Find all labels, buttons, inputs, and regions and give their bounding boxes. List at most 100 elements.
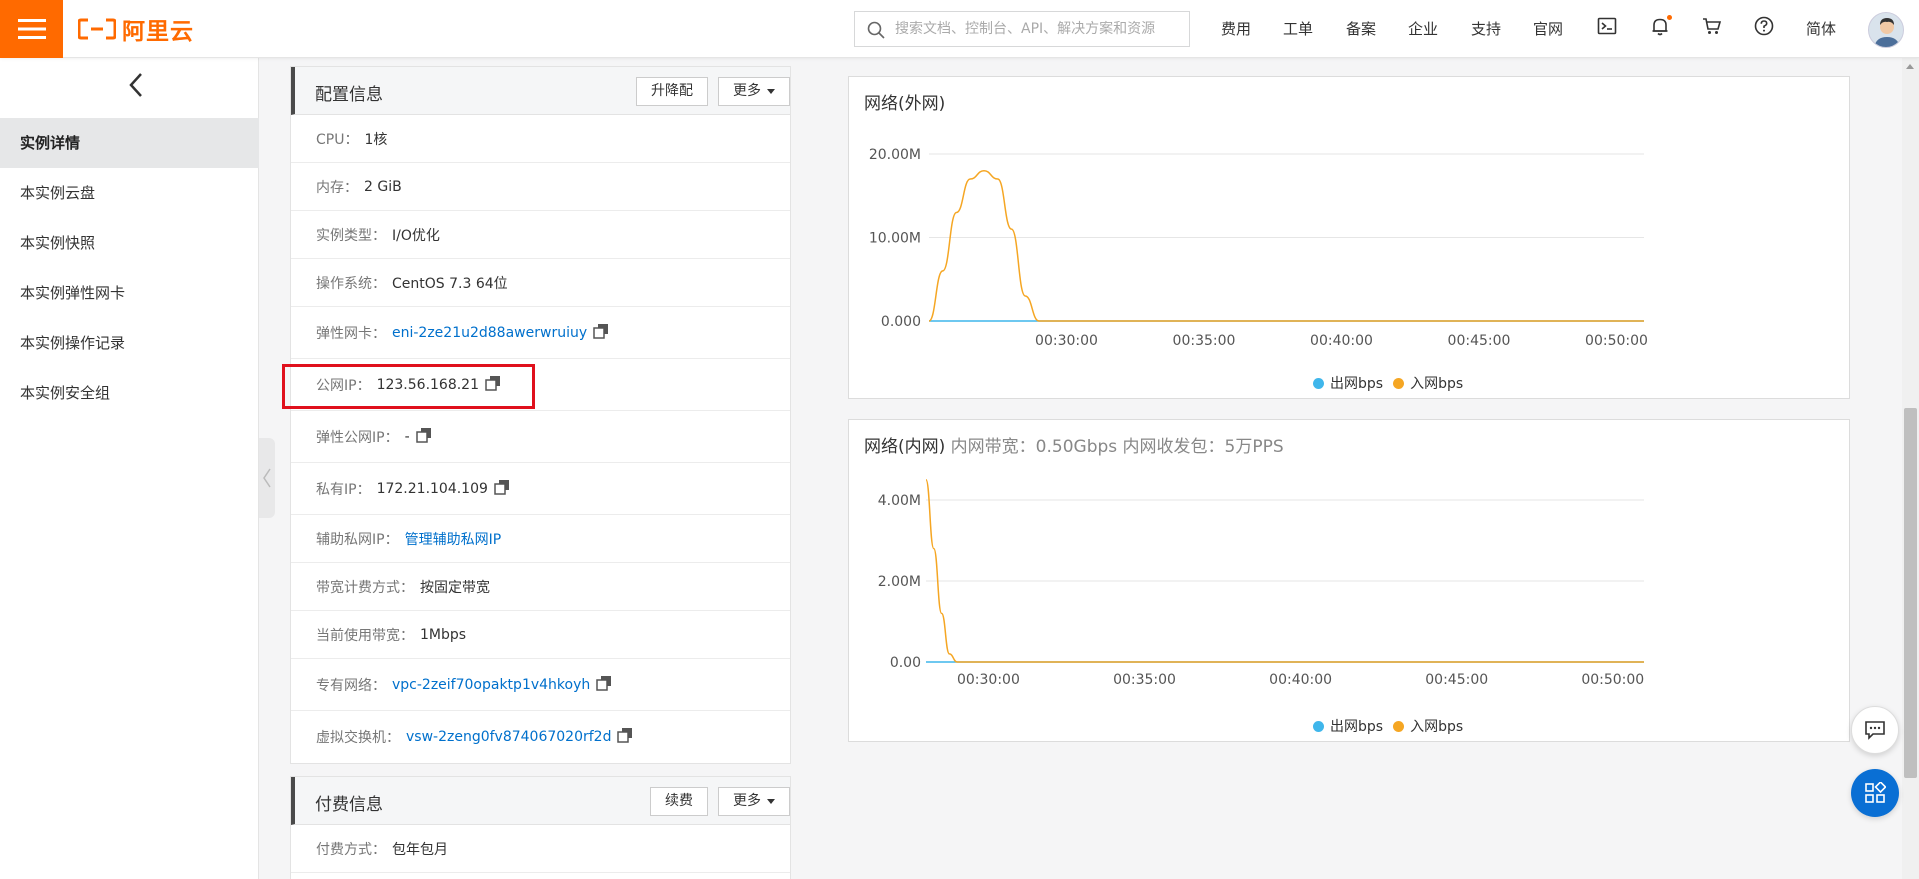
chevron-left-icon <box>263 468 271 488</box>
scroll-thumb[interactable] <box>1904 408 1917 778</box>
y-tick-label: 4.00M <box>878 493 921 509</box>
top-bar: 阿里云 费用 工单 备案 企业 支持 官网 <box>0 0 1919 58</box>
sidebar-item-snapshots[interactable]: 本实例快照 <box>0 218 259 268</box>
menu-button[interactable] <box>0 0 63 58</box>
series-line-inbound <box>928 169 1644 322</box>
copy-icon[interactable] <box>485 375 501 395</box>
cart-icon[interactable] <box>1702 16 1722 40</box>
legend-label-out[interactable]: 出网bps <box>1330 716 1383 736</box>
config-row-instance-type: 实例类型： I/O优化 <box>291 211 790 259</box>
user-avatar-icon <box>1874 18 1900 47</box>
row-label: 当前使用带宽： <box>316 627 414 644</box>
sidebar-item-operation-log[interactable]: 本实例操作记录 <box>0 318 259 368</box>
page-scrollbar[interactable] <box>1902 58 1919 879</box>
search-icon <box>867 21 885 39</box>
legend-dot-in <box>1393 720 1405 732</box>
more-label: 更多 <box>733 793 761 809</box>
chart-private-network: 网络(内网) 内网带宽：0.50Gbps 内网收发包：5万PPS 0.00 2.0… <box>848 419 1850 742</box>
row-value: 2 GiB <box>364 178 402 195</box>
billing-more-button[interactable]: 更多 <box>718 787 791 816</box>
aliyun-logo[interactable]: 阿里云 <box>78 13 194 45</box>
sidebar-item-eni[interactable]: 本实例弹性网卡 <box>0 268 259 318</box>
upgrade-label: 升降配 <box>651 83 693 99</box>
config-more-button[interactable]: 更多 <box>718 77 791 106</box>
row-label: 带宽计费方式： <box>316 579 414 596</box>
x-tick-label: 00:50:00 <box>1581 672 1644 688</box>
nav-official-site[interactable]: 官网 <box>1533 18 1563 39</box>
avatar[interactable] <box>1868 12 1904 48</box>
notification-dot <box>1667 15 1672 20</box>
billing-panel: 付费信息 续费 更多 付费方式： 包年包月 <box>290 776 791 879</box>
back-button[interactable] <box>128 72 144 102</box>
vswitch-link[interactable]: vsw-2zeng0fv874067020rf2d <box>406 729 611 745</box>
config-row-current-bandwidth: 当前使用带宽： 1Mbps <box>291 611 790 659</box>
nav-ticket[interactable]: 工单 <box>1283 18 1313 39</box>
legend-label-in[interactable]: 入网bps <box>1410 373 1463 393</box>
sidebar-collapse-handle[interactable] <box>259 438 275 518</box>
legend-label-in[interactable]: 入网bps <box>1410 716 1463 736</box>
row-value: CentOS 7.3 64位 <box>392 275 508 292</box>
search-box[interactable] <box>854 11 1190 47</box>
chat-button[interactable] <box>1851 706 1899 754</box>
nav-support[interactable]: 支持 <box>1471 18 1501 39</box>
row-value: 1Mbps <box>420 626 467 643</box>
row-label: 内存： <box>316 179 358 196</box>
renew-label: 续费 <box>665 793 693 809</box>
row-label: 专有网络： <box>316 677 386 694</box>
more-label: 更多 <box>733 83 761 99</box>
row-label: CPU： <box>316 131 359 148</box>
sidebar-item-disks[interactable]: 本实例云盘 <box>0 168 259 218</box>
row-label: 操作系统： <box>316 275 386 292</box>
renew-button[interactable]: 续费 <box>650 787 708 816</box>
row-label: 私有IP： <box>316 481 371 498</box>
search-input[interactable] <box>893 12 1189 46</box>
billing-row-payment: 付费方式： 包年包月 <box>291 825 790 873</box>
config-row-public-ip: 公网IP： 123.56.168.21 <box>291 359 790 411</box>
help-icon[interactable] <box>1754 16 1774 40</box>
copy-icon[interactable] <box>494 479 510 499</box>
config-panel-title: 配置信息 <box>315 85 383 105</box>
bell-icon[interactable] <box>1650 15 1672 40</box>
vpc-link[interactable]: vpc-2zeif70opaktp1v4hkoyh <box>392 677 590 693</box>
y-tick-label: 0.00 <box>890 655 921 671</box>
copy-icon[interactable] <box>593 323 609 343</box>
config-row-bandwidth-billing: 带宽计费方式： 按固定带宽 <box>291 563 790 611</box>
row-label: 弹性公网IP： <box>316 429 399 446</box>
legend-label-out[interactable]: 出网bps <box>1330 373 1383 393</box>
copy-icon[interactable] <box>596 675 612 695</box>
nav-enterprise[interactable]: 企业 <box>1408 18 1438 39</box>
sidebar-item-security-group[interactable]: 本实例安全组 <box>0 368 259 418</box>
row-label: 实例类型： <box>316 227 386 244</box>
row-value: 按固定带宽 <box>420 579 490 596</box>
y-tick-label: 0.000 <box>881 314 921 330</box>
apps-button[interactable] <box>1851 769 1899 817</box>
nav-icp[interactable]: 备案 <box>1346 18 1376 39</box>
caret-down-icon <box>767 88 776 94</box>
aliyun-logo-icon <box>78 18 116 40</box>
legend-dot-in <box>1393 377 1405 389</box>
row-value: 172.21.104.109 <box>376 480 488 497</box>
copy-icon[interactable] <box>617 727 633 747</box>
y-tick-label: 2.00M <box>878 574 921 590</box>
chat-icon <box>1865 721 1885 740</box>
apps-grid-icon <box>1865 782 1886 803</box>
config-row-private-ip: 私有IP： 172.21.104.109 <box>291 463 790 515</box>
public-ip-value: 123.56.168.21 <box>376 376 480 393</box>
legend-dot-out <box>1313 377 1324 389</box>
eni-link[interactable]: eni-2ze21u2d88awerwruiuy <box>392 325 587 341</box>
language-switch[interactable]: 简体 <box>1806 18 1836 39</box>
config-row-eip: 弹性公网IP： - <box>291 411 790 463</box>
copy-icon[interactable] <box>415 427 432 447</box>
terminal-icon[interactable] <box>1597 16 1617 40</box>
manage-secondary-ip-link[interactable]: 管理辅助私网IP <box>405 529 502 549</box>
nav-billing[interactable]: 费用 <box>1221 18 1251 39</box>
row-value: I/O优化 <box>392 227 440 244</box>
row-label: 弹性网卡： <box>316 325 386 342</box>
logo-text: 阿里云 <box>122 19 194 45</box>
row-value: 包年包月 <box>392 841 448 858</box>
scroll-up-arrow[interactable] <box>1906 64 1914 69</box>
config-panel: 配置信息 升降配 更多 CPU： 1核 内存： 2 GiB 实例类型： I/O优… <box>290 66 791 764</box>
sidebar-item-instance-detail[interactable]: 实例详情 <box>0 118 259 168</box>
x-tick-label: 00:35:00 <box>1113 672 1176 688</box>
upgrade-button[interactable]: 升降配 <box>636 77 708 106</box>
